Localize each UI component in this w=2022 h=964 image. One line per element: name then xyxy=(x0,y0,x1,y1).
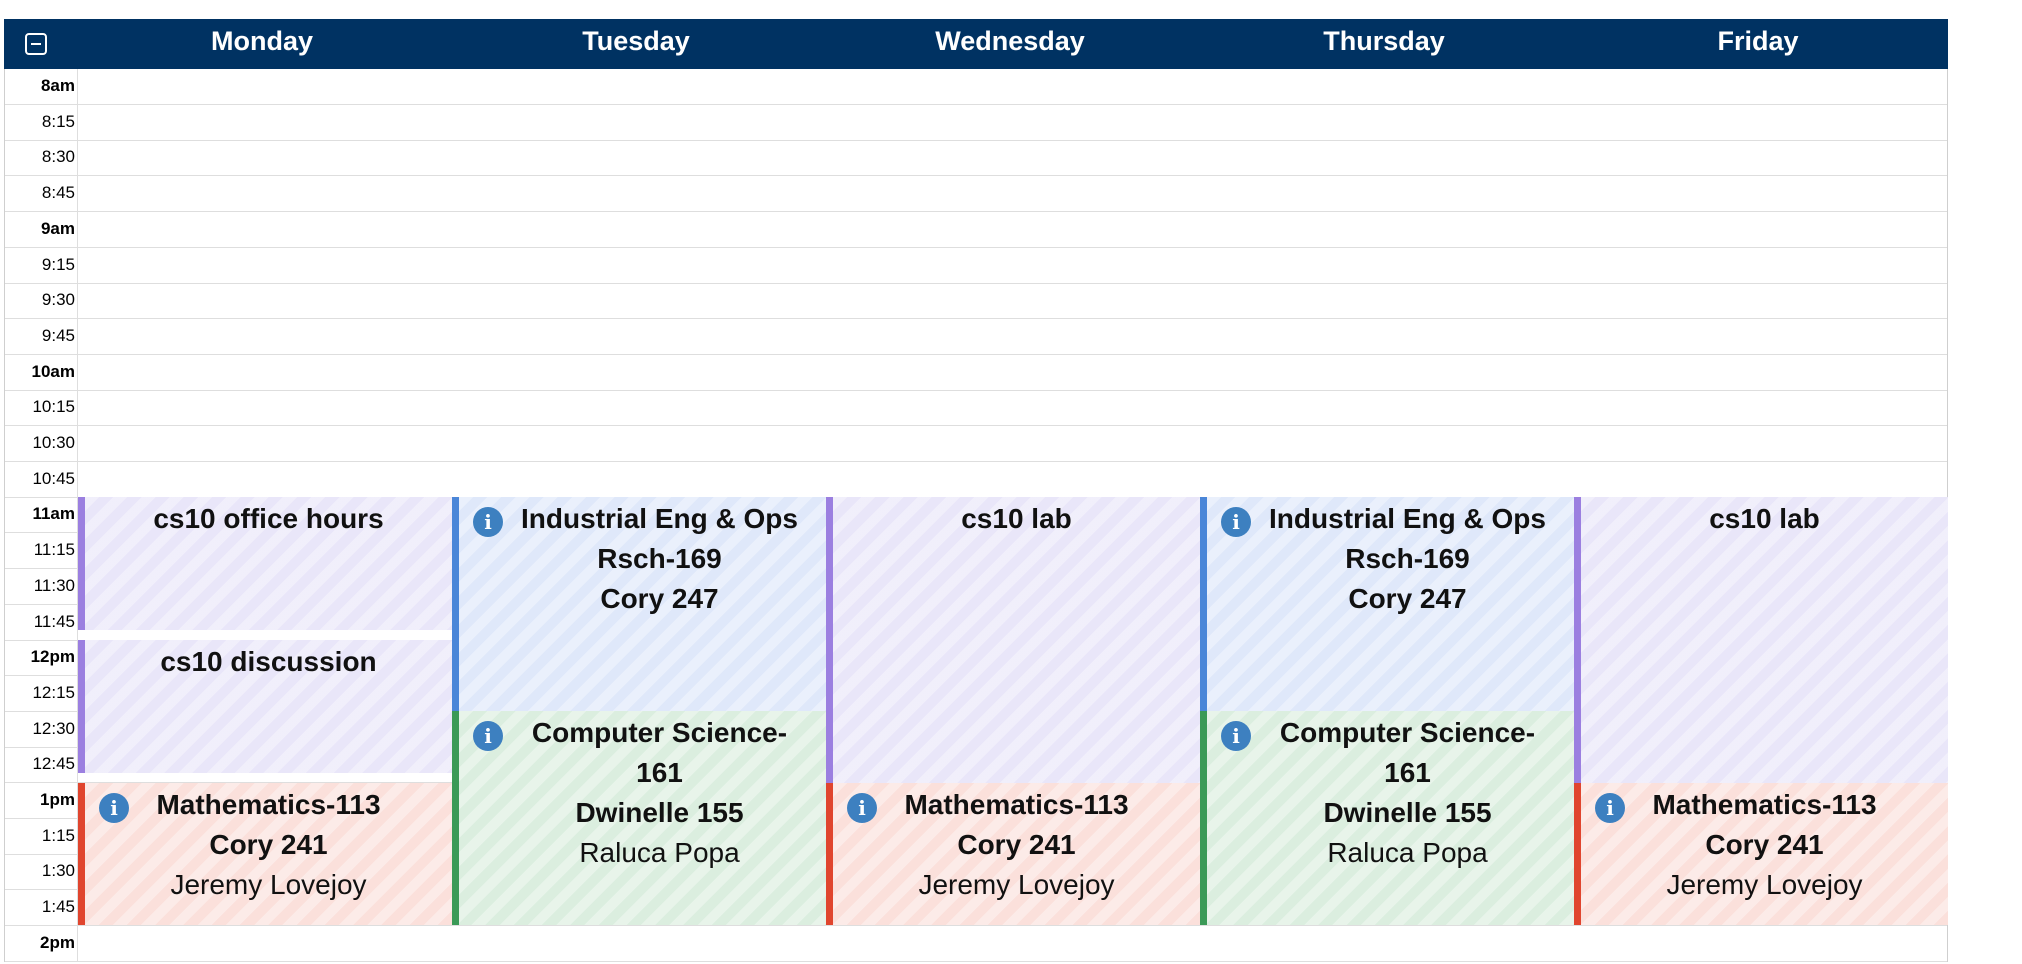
time-label: 1:30 xyxy=(41,861,75,880)
event-location: Dwinelle 155 xyxy=(575,797,744,828)
event-location: Cory 241 xyxy=(957,829,1076,860)
info-icon[interactable]: i xyxy=(473,507,503,537)
time-label: 12:30 xyxy=(32,719,75,738)
day-header-monday: Monday xyxy=(210,26,313,56)
day-header-tuesday: Tuesday xyxy=(582,26,690,56)
event-cs10-lab[interactable]: cs10 lab xyxy=(826,497,1200,783)
event-instructor: Jeremy Lovejoy xyxy=(170,869,367,900)
event-location: Cory 241 xyxy=(1705,829,1824,860)
event-computer-science-161[interactable]: i Computer Science-161 Dwinelle 155 Ralu… xyxy=(1200,711,1574,925)
time-label: 12pm xyxy=(30,647,75,666)
event-industrial-eng-ops[interactable]: i Industrial Eng & Ops Rsch-169 Cory 247 xyxy=(452,497,826,711)
event-instructor: Raluca Popa xyxy=(1327,837,1488,868)
time-label: 1pm xyxy=(40,790,75,809)
calendar-header: Monday Tuesday Wednesday Thursday Friday xyxy=(4,19,1948,69)
time-label: 8:45 xyxy=(41,183,75,202)
time-label: 9:15 xyxy=(41,255,75,274)
event-mathematics-113[interactable]: i Mathematics-113 Cory 241 Jeremy Lovejo… xyxy=(826,783,1200,925)
time-label: 9am xyxy=(40,219,75,238)
time-label: 1:15 xyxy=(41,826,75,845)
event-cs10-lab[interactable]: cs10 lab xyxy=(1574,497,1948,783)
event-title: cs10 office hours xyxy=(153,503,384,534)
weekly-schedule: Monday Tuesday Wednesday Thursday Friday… xyxy=(4,19,1948,962)
time-slot-row: 10:15 xyxy=(5,390,1947,426)
time-label: 10:45 xyxy=(32,469,75,488)
event-title: cs10 lab xyxy=(1709,503,1820,534)
time-slot-row: 10:30 xyxy=(5,426,1947,462)
info-icon[interactable]: i xyxy=(1221,507,1251,537)
event-mathematics-113[interactable]: i Mathematics-113 Cory 241 Jeremy Lovejo… xyxy=(1574,783,1948,925)
time-slot-row: 8:45 xyxy=(5,176,1947,212)
event-mathematics-113[interactable]: i Mathematics-113 Cory 241 Jeremy Lovejo… xyxy=(78,783,452,925)
day-header-friday: Friday xyxy=(1717,26,1799,56)
time-slot-row: 9am xyxy=(5,212,1947,248)
event-location: Cory 247 xyxy=(1348,583,1467,614)
info-icon[interactable]: i xyxy=(99,793,129,823)
time-slot-row: 10:45 xyxy=(5,462,1947,498)
time-label: 1:45 xyxy=(41,897,75,916)
event-cs10-discussion[interactable]: cs10 discussion xyxy=(78,640,452,773)
event-instructor: Raluca Popa xyxy=(579,837,740,868)
time-label: 9:45 xyxy=(41,326,75,345)
info-icon[interactable]: i xyxy=(1221,721,1251,751)
event-title: Computer Science-161 xyxy=(1279,717,1536,788)
collapse-icon[interactable] xyxy=(25,33,47,55)
event-title: cs10 discussion xyxy=(160,646,377,677)
time-slot-row: 2pm xyxy=(5,926,1947,962)
time-label: 9:30 xyxy=(41,290,75,309)
time-label: 8:15 xyxy=(41,112,75,131)
time-slot-row: 8am xyxy=(5,69,1947,105)
event-industrial-eng-ops[interactable]: i Industrial Eng & Ops Rsch-169 Cory 247 xyxy=(1200,497,1574,711)
time-slot-row: 10am xyxy=(5,355,1947,391)
time-label: 10am xyxy=(31,362,75,381)
time-slot-row: 8:30 xyxy=(5,140,1947,176)
event-instructor: Jeremy Lovejoy xyxy=(918,869,1115,900)
event-location: Cory 247 xyxy=(600,583,719,614)
event-location: Dwinelle 155 xyxy=(1323,797,1492,828)
time-slot-row: 9:15 xyxy=(5,248,1947,284)
info-icon[interactable]: i xyxy=(473,721,503,751)
time-label: 12:15 xyxy=(32,683,75,702)
event-title: Industrial Eng & Ops Rsch-169 xyxy=(521,503,798,574)
time-grid: 8am 8:15 8:30 8:45 9am 9:15 9:30 9:45 10am 10:15 1… xyxy=(4,69,1948,962)
info-icon[interactable]: i xyxy=(1595,793,1625,823)
event-location: Cory 241 xyxy=(209,829,328,860)
event-title: Industrial Eng & Ops Rsch-169 xyxy=(1269,503,1546,574)
event-title: Mathematics-113 xyxy=(904,789,1129,820)
time-slot-row: 9:30 xyxy=(5,283,1947,319)
time-label: 11am xyxy=(32,504,75,523)
event-title: Mathematics-113 xyxy=(1652,789,1877,820)
time-label: 8am xyxy=(40,76,75,95)
time-slot-row: 9:45 xyxy=(5,319,1947,355)
time-label: 11:45 xyxy=(33,612,75,631)
event-computer-science-161[interactable]: i Computer Science-161 Dwinelle 155 Ralu… xyxy=(452,711,826,925)
event-cs10-office-hours[interactable]: cs10 office hours xyxy=(78,497,452,630)
event-title: Mathematics-113 xyxy=(156,789,381,820)
time-label: 11:30 xyxy=(33,576,75,595)
day-header-thursday: Thursday xyxy=(1323,26,1445,56)
event-title: Computer Science-161 xyxy=(531,717,788,788)
time-label: 10:15 xyxy=(32,397,75,416)
time-label: 2pm xyxy=(40,933,75,952)
info-icon[interactable]: i xyxy=(847,793,877,823)
time-label: 8:30 xyxy=(41,147,75,166)
event-title: cs10 lab xyxy=(961,503,1072,534)
day-header-wednesday: Wednesday xyxy=(935,26,1085,56)
event-instructor: Jeremy Lovejoy xyxy=(1666,869,1863,900)
time-slot-row: 8:15 xyxy=(5,105,1947,141)
time-label: 10:30 xyxy=(32,433,75,452)
time-label: 11:15 xyxy=(33,540,75,559)
time-label: 12:45 xyxy=(32,754,75,773)
